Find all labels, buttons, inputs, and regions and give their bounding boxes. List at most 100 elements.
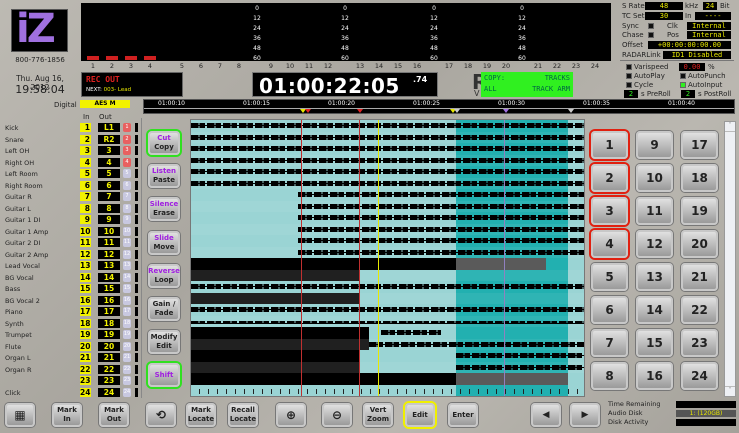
edit-button-reverse[interactable]: Reverse Loop [148, 263, 180, 288]
edit-button-slide[interactable]: Slide Move [148, 230, 180, 255]
record-arm-button[interactable]: 17 [123, 307, 131, 316]
track-output[interactable]: 13 [98, 261, 120, 270]
record-arm-button[interactable]: 23 [123, 376, 131, 385]
track-row[interactable]: Left Room 5 5 5 [0, 168, 140, 179]
radarlink-value[interactable]: ID1 Disabled [663, 51, 731, 59]
track-row[interactable]: BG Vocal 14 14 14 [0, 272, 140, 283]
track-lane[interactable] [191, 200, 584, 212]
srate-value[interactable]: 48 [645, 2, 683, 10]
track-output[interactable]: L1 [98, 123, 120, 132]
track-output[interactable]: 12 [98, 249, 120, 259]
track-lane[interactable] [191, 327, 584, 339]
track-row[interactable]: Synth 18 18 18 [0, 318, 140, 329]
track-lane[interactable] [191, 350, 584, 362]
track-lane[interactable] [191, 212, 584, 224]
scroll-up-icon[interactable]: ˄ [725, 122, 735, 132]
record-arm-button[interactable]: 16 [123, 295, 131, 305]
track-input[interactable]: 18 [80, 318, 91, 328]
autoplay-checkbox[interactable] [626, 73, 632, 79]
record-arm-button-armed[interactable]: 3 [123, 146, 131, 155]
recall-locate-button[interactable]: Recall Locate [228, 403, 258, 427]
track-row[interactable]: Trumpet 19 19 19 [0, 329, 140, 340]
track-select-button[interactable]: 19 [681, 197, 718, 225]
record-arm-button[interactable]: 5 [123, 169, 131, 178]
track-input[interactable]: 19 [80, 330, 91, 339]
record-arm-button[interactable]: 11 [123, 238, 131, 247]
track-output[interactable]: 18 [98, 318, 120, 328]
record-arm-button[interactable]: 22 [123, 364, 131, 374]
offset-value[interactable]: +00:00:00:00.00 [648, 41, 731, 49]
track-output[interactable]: 19 [98, 330, 120, 339]
track-input[interactable]: 8 [80, 203, 91, 213]
track-output[interactable]: 8 [98, 203, 120, 213]
track-row[interactable]: Right Room 6 6 6 [0, 180, 140, 191]
track-input[interactable]: 7 [80, 192, 91, 201]
track-output[interactable]: R2 [98, 134, 120, 144]
edit-button-silence[interactable]: Silence Erase [148, 197, 180, 222]
track-lane[interactable] [191, 304, 584, 316]
track-row[interactable]: Guitar 2 DI 11 11 11 [0, 237, 140, 248]
track-lane[interactable] [191, 361, 584, 373]
track-select-button[interactable]: 9 [636, 131, 673, 159]
mark-locate-button[interactable]: Mark Locate [186, 403, 216, 427]
track-select-button[interactable]: 11 [636, 197, 673, 225]
track-select-button[interactable]: 20 [681, 230, 718, 258]
sync-checkbox[interactable] [648, 23, 654, 29]
varispeed-checkbox[interactable] [626, 64, 632, 70]
record-arm-button[interactable]: 21 [123, 353, 131, 362]
track-lane[interactable] [191, 315, 584, 327]
track-output[interactable]: 16 [98, 295, 120, 305]
track-row[interactable]: Piano 17 17 17 [0, 306, 140, 317]
track-row[interactable]: Right OH 4 4 4 [0, 157, 140, 168]
track-input[interactable]: 10 [80, 226, 91, 236]
track-lane[interactable] [191, 235, 584, 247]
record-arm-button[interactable]: 8 [123, 203, 131, 213]
mark-out-button[interactable]: Mark Out [99, 403, 129, 427]
next-button[interactable]: ▶ [570, 403, 600, 427]
loop-button[interactable]: ⟲ [146, 403, 176, 427]
grid-view-button[interactable]: ▦ [5, 403, 35, 427]
track-row[interactable]: Flute 20 20 20 [0, 341, 140, 352]
track-input[interactable]: 23 [80, 376, 91, 385]
track-lane[interactable] [191, 258, 584, 270]
varispeed-value[interactable]: 0.00 [679, 63, 705, 71]
track-row[interactable]: Left OH 3 3 3 [0, 145, 140, 156]
record-arm-button[interactable]: 14 [123, 272, 131, 282]
track-lane[interactable] [191, 281, 584, 293]
track-input[interactable]: 24 [80, 387, 91, 397]
track-input[interactable]: 2 [80, 134, 91, 144]
track-row[interactable]: Guitar 2 Amp 12 12 12 [0, 249, 140, 260]
track-select-button[interactable]: 10 [636, 164, 673, 192]
track-select-button[interactable]: 21 [681, 263, 718, 291]
track-output[interactable]: 15 [98, 284, 120, 293]
track-select-button[interactable]: 8 [591, 362, 628, 390]
track-input[interactable]: 14 [80, 272, 91, 282]
edit-button-gain-fade[interactable]: Gain / Fade [148, 297, 180, 321]
marker-icon[interactable] [568, 109, 574, 113]
track-output[interactable]: 24 [98, 387, 120, 397]
preroll-value[interactable]: 2 [624, 90, 638, 98]
clk-value[interactable]: Internal [687, 22, 731, 30]
track-output[interactable]: 9 [98, 215, 120, 224]
track-select-button[interactable]: 23 [681, 329, 718, 357]
track-lane[interactable] [191, 246, 584, 258]
track-row[interactable]: 23 23 23 [0, 375, 140, 386]
edit-button[interactable]: Edit [405, 403, 435, 427]
cycle-checkbox[interactable] [626, 82, 632, 88]
track-lane[interactable] [191, 223, 584, 235]
track-input[interactable]: 1 [80, 123, 91, 132]
vert-zoom-button[interactable]: Vert Zoom [363, 403, 393, 427]
scroll-down-icon[interactable]: ˅ [725, 386, 735, 396]
record-arm-button[interactable]: 20 [123, 341, 131, 351]
timeline-ruler[interactable]: 01:00:10 01:00:15 01:00:20 01:00:25 01:00:30… [143, 99, 735, 114]
prev-button[interactable]: ◀ [531, 403, 561, 427]
record-arm-button[interactable]: 7 [123, 192, 131, 201]
track-input[interactable]: 3 [80, 146, 91, 155]
track-lane[interactable] [191, 373, 584, 385]
record-arm-button-armed[interactable]: 4 [123, 157, 131, 167]
track-input[interactable]: 15 [80, 284, 91, 293]
track-select-button[interactable]: 18 [681, 164, 718, 192]
track-output[interactable]: 22 [98, 364, 120, 374]
track-lane[interactable] [191, 269, 584, 281]
track-input[interactable]: 20 [80, 341, 91, 351]
